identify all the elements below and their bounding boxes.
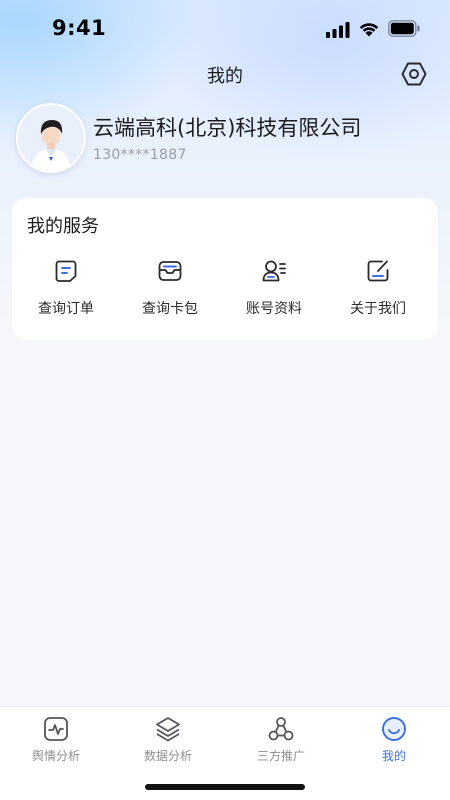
tab-sentiment-analysis[interactable]: 舆情分析 <box>0 715 112 771</box>
service-query-cards[interactable]: 查询卡包 <box>117 256 223 326</box>
tab-label: 数据分析 <box>143 749 192 763</box>
company-name: 云端高科(北京)科技有限公司 <box>93 116 362 140</box>
tab-label: 舆情分析 <box>31 749 80 763</box>
card-wallet-icon <box>158 261 182 281</box>
network-icon <box>268 717 294 741</box>
tab-label: 三方推广 <box>256 749 305 763</box>
tab-third-party-promotion[interactable]: 三方推广 <box>225 715 337 771</box>
service-label: 查询订单 <box>38 301 94 317</box>
services-title: 我的服务 <box>27 216 99 237</box>
service-query-orders[interactable]: 查询订单 <box>13 256 119 326</box>
layers-icon <box>156 717 180 742</box>
edit-note-icon <box>367 260 389 282</box>
smile-icon <box>382 717 406 741</box>
services-card: 我的服务 查询订单 查询卡包 账号资料 关于我们 <box>12 198 438 340</box>
pulse-monitor-icon <box>44 717 68 741</box>
settings-icon <box>401 62 427 86</box>
account-profile-icon <box>262 260 286 282</box>
wifi-icon <box>359 23 379 37</box>
battery-icon <box>388 20 420 37</box>
avatar-icon <box>18 105 84 171</box>
tab-label: 我的 <box>381 749 406 763</box>
tab-mine[interactable]: 我的 <box>338 715 450 771</box>
tab-data-analysis[interactable]: 数据分析 <box>112 715 224 771</box>
avatar[interactable] <box>16 103 86 173</box>
service-label: 查询卡包 <box>142 301 198 317</box>
service-about-us[interactable]: 关于我们 <box>325 256 431 326</box>
service-label: 账号资料 <box>246 301 302 317</box>
status-time: 9:41 <box>52 16 107 40</box>
settings-button[interactable] <box>400 60 428 88</box>
status-bar: 9:41 <box>0 0 450 58</box>
service-label: 关于我们 <box>350 301 406 317</box>
home-indicator <box>145 784 305 790</box>
phone-number: 130****1887 <box>93 147 187 163</box>
cellular-signal-icon <box>326 22 350 38</box>
page-title: 我的 <box>207 66 243 87</box>
service-account-info[interactable]: 账号资料 <box>221 256 327 326</box>
profile-screen: 9:41 我的 云端高科(北京)科技有限公司 130****1887 我的服务 … <box>0 0 450 800</box>
order-document-icon <box>55 260 77 282</box>
